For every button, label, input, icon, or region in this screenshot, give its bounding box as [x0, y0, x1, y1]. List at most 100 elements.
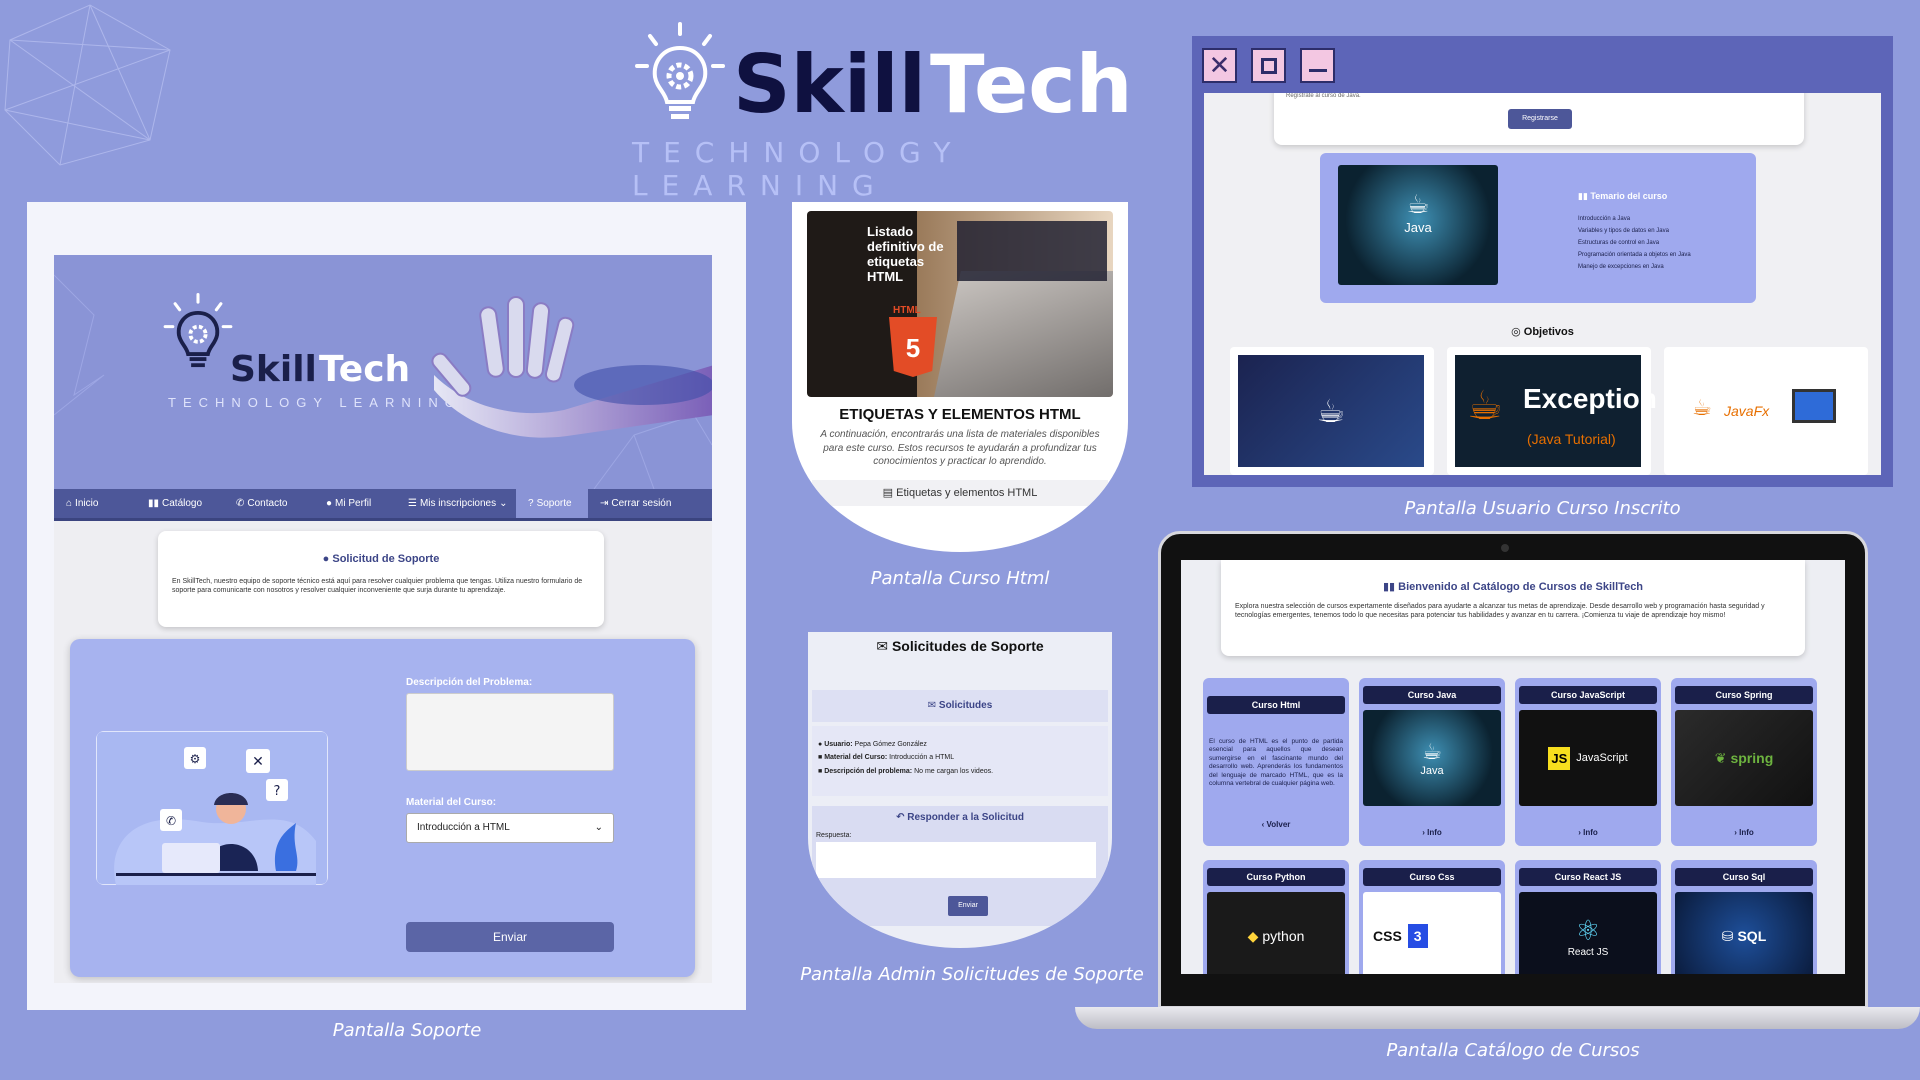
- respuesta-label: Respuesta:: [816, 832, 852, 839]
- java-cup-icon: ☕: [1467, 384, 1503, 428]
- course-title: Curso Spring: [1675, 686, 1813, 704]
- temario-title-text: Temario del curso: [1590, 191, 1668, 201]
- logout-icon: ⇥: [600, 498, 609, 509]
- soporte-form-card: ⚙ ✕ ? ✆ Descripción del Problema: Materi…: [70, 639, 695, 977]
- admin-solicitudes-panel: ✉ Solicitudes de Soporte ✉ Solicitudes ●…: [808, 632, 1112, 948]
- nav-soporte[interactable]: ? Soporte: [516, 489, 588, 518]
- react-course-image: ⚛ React JS: [1519, 892, 1657, 974]
- chevron-right-icon: ›: [1734, 828, 1737, 837]
- brand-name-tech: Tech: [930, 38, 1133, 131]
- nav-contacto[interactable]: ✆ Contacto: [224, 489, 314, 518]
- user-icon: ●: [326, 498, 333, 509]
- java-course-image: ☕ Java: [1338, 165, 1498, 285]
- respuesta-textarea[interactable]: [816, 842, 1096, 878]
- admin-enviar-button[interactable]: Enviar: [948, 896, 988, 916]
- banner-brand-skill: Skill: [230, 349, 317, 390]
- laptop-photo: [933, 271, 1113, 397]
- temario-title: ▮▮ Temario del curso: [1578, 191, 1667, 202]
- curso-html-panel: Listado definitivo de etiquetas HTML 5 H…: [792, 202, 1128, 552]
- book-icon: ▮▮: [1578, 191, 1588, 201]
- envelope-icon: ✉: [876, 638, 889, 654]
- soporte-banner: Skill Tech TECHNOLOGY LEARNING: [54, 255, 712, 489]
- code-screen: [957, 221, 1107, 281]
- course-card-react: Curso React JS ⚛ React JS: [1515, 860, 1661, 974]
- course-title: Curso JavaScript: [1519, 686, 1657, 704]
- soporte-panel: Skill Tech TECHNOLOGY LEARNING ⌂ Inicio ▮…: [27, 202, 746, 1010]
- book-icon: ▮▮: [148, 498, 160, 509]
- nav-catalogo[interactable]: ▮▮ Catálogo: [136, 489, 224, 518]
- python-course-image: ◆ python: [1207, 892, 1345, 974]
- curso-html-image: Listado definitivo de etiquetas HTML 5 H…: [807, 211, 1113, 397]
- nav-label: Catálogo: [162, 498, 203, 509]
- course-title: Curso Java: [1363, 686, 1501, 704]
- info-link[interactable]: › Info: [1515, 828, 1661, 837]
- descripcion-textarea[interactable]: [406, 693, 614, 771]
- nav-inicio[interactable]: ⌂ Inicio: [54, 489, 136, 518]
- css-course-image: CSS 3: [1363, 892, 1501, 974]
- java-code-image: ☕: [1238, 355, 1424, 467]
- registrarse-button[interactable]: Registrarse: [1508, 109, 1572, 129]
- image-label: JavaScript: [1576, 752, 1628, 764]
- usuario-curso-screen: Regístrate al curso de Java. Registrarse…: [1204, 93, 1881, 475]
- material-label: Material del Curso:: [406, 797, 497, 808]
- course-card-javascript: Curso JavaScript JS JavaScript › Info: [1515, 678, 1661, 846]
- info-link[interactable]: › Info: [1671, 828, 1817, 837]
- objetivos-title: ◎ Objetivos: [1204, 325, 1881, 338]
- envelope-icon: ✉: [927, 700, 937, 711]
- brand-tagline: TECHNOLOGY LEARNING: [632, 136, 965, 202]
- course-title: Curso Python: [1207, 868, 1345, 886]
- soporte-info-card: ● Solicitud de Soporte En SkillTech, nue…: [158, 531, 604, 627]
- objetivo-card: ☕ Exception (Java Tutorial): [1447, 347, 1657, 475]
- material-select[interactable]: Introducción a HTML ⌄: [406, 813, 614, 843]
- catalogo-intro-text: Explora nuestra selección de cursos expe…: [1235, 603, 1765, 620]
- devices-illustration: [1792, 389, 1836, 423]
- svg-text:✆: ✆: [166, 814, 176, 828]
- responder-title-text: Responder a la Solicitud: [907, 812, 1024, 823]
- spring-leaf-icon: ❦: [1714, 749, 1727, 766]
- robot-hand-image: [431, 296, 712, 438]
- nav-label: Inicio: [75, 498, 99, 509]
- soporte-navbar: ⌂ Inicio ▮▮ Catálogo ✆ Contacto ● Mi Perfil …: [54, 489, 712, 521]
- laptop-base: [1075, 1007, 1920, 1029]
- nav-mi-perfil[interactable]: ● Mi Perfil: [314, 489, 396, 518]
- laptop-frame: ▮▮ Bienvenido al Catálogo de Cursos de S…: [1158, 531, 1868, 1009]
- banner-tagline: TECHNOLOGY LEARNING: [168, 395, 462, 410]
- material-select-value: Introducción a HTML: [417, 822, 510, 833]
- nav-label: Cerrar sesión: [611, 498, 672, 509]
- nav-label: Mis inscripciones: [419, 498, 497, 509]
- help-icon: ?: [528, 498, 534, 509]
- nav-mis-inscripciones[interactable]: ☰ Mis inscripciones ⌄: [396, 489, 516, 518]
- maximize-icon[interactable]: [1251, 48, 1286, 83]
- minimize-icon[interactable]: [1300, 48, 1335, 83]
- list-icon: ■: [818, 767, 823, 775]
- temario-card: ☕ Java ▮▮ Temario del curso Introducción…: [1320, 153, 1756, 303]
- java-cup-icon: ☕: [1406, 189, 1430, 219]
- temario-item: Estructuras de control en Java: [1578, 240, 1660, 246]
- nav-label: Soporte: [536, 498, 572, 509]
- course-title: Curso Sql: [1675, 868, 1813, 886]
- course-card-python: Curso Python ◆ python: [1203, 860, 1349, 974]
- temario-list: Introducción a Java Variables y tipos de…: [1578, 213, 1691, 273]
- info-link[interactable]: › Info: [1359, 828, 1505, 837]
- javafx-label: JavaFx: [1724, 403, 1770, 419]
- css3-shield-icon: 3: [1407, 924, 1428, 948]
- javafx-icon: ☕: [1692, 395, 1712, 420]
- book-icon: ■: [818, 754, 823, 762]
- react-atom-icon: ⚛: [1575, 915, 1601, 946]
- usuario-curso-panel: ✕ Regístrate al curso de Java. Registrar…: [1192, 36, 1893, 487]
- volver-text: Volver: [1266, 820, 1291, 829]
- java-course-image: ☕ Java: [1363, 710, 1501, 806]
- material-link-bar[interactable]: ▤ Etiquetas y elementos HTML: [812, 480, 1108, 506]
- brand-name-skill: Skill: [733, 38, 927, 131]
- image-label: React JS: [1567, 947, 1609, 958]
- volver-link[interactable]: ‹ Volver: [1203, 820, 1349, 829]
- image-label: Java: [1420, 765, 1444, 777]
- solicitudes-header: ✉ Solicitudes: [812, 690, 1108, 722]
- image-heading: Listado definitivo de etiquetas HTML: [867, 224, 944, 284]
- course-card-spring: Curso Spring ❦ spring › Info: [1671, 678, 1817, 846]
- nav-cerrar-sesion[interactable]: ⇥ Cerrar sesión: [588, 489, 688, 518]
- phone-icon: ✆: [236, 498, 245, 509]
- material-label: Material del Curso:: [824, 754, 888, 762]
- close-icon[interactable]: ✕: [1202, 48, 1237, 83]
- enviar-button[interactable]: Enviar: [406, 922, 614, 952]
